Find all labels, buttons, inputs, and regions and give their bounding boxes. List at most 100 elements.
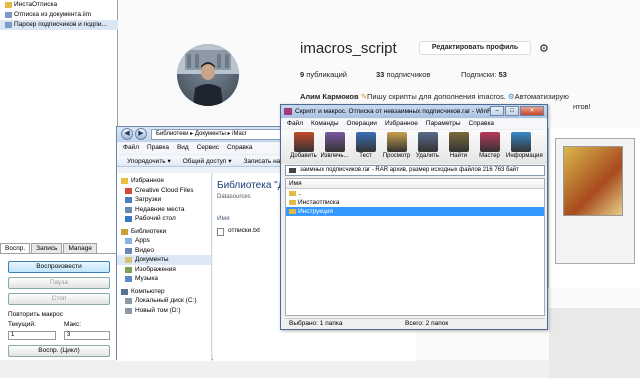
- avatar-photo: [177, 44, 239, 106]
- bio-text: Пишу скрипты для дополнения imacros.: [367, 92, 506, 101]
- repeat-label: Повторить макрос: [8, 311, 63, 318]
- settings-gear-icon[interactable]: ⚙: [539, 42, 549, 55]
- nav-item[interactable]: Видео: [117, 246, 211, 256]
- nav-item[interactable]: Библиотеки: [117, 227, 211, 237]
- macro-tree-item-file-selected[interactable]: Парсер подписчиков и подпи...: [0, 20, 118, 30]
- nav-item[interactable]: Компьютер: [117, 287, 211, 297]
- archive-row-label: Инструкция: [298, 208, 333, 215]
- play-loop-button[interactable]: Воспр. (Цикл): [8, 345, 110, 357]
- menu-operations[interactable]: Операции: [347, 119, 377, 129]
- close-icon[interactable]: ✕: [520, 106, 544, 116]
- profile-username: imacros_script: [300, 40, 397, 57]
- nav-item[interactable]: Изображения: [117, 265, 211, 275]
- file-item[interactable]: отписки.txt: [217, 227, 260, 236]
- following-stat[interactable]: Подписки: 53: [461, 70, 507, 79]
- winrar-tool-button[interactable]: Найти: [444, 130, 473, 164]
- nav-item-icon: [125, 197, 132, 203]
- posts-count: 9: [300, 70, 305, 79]
- nav-item[interactable]: Документы: [117, 255, 211, 265]
- nav-item[interactable]: Загрузки: [117, 195, 211, 205]
- archive-path-text: заимных подписчиков.rar - RAR архив, раз…: [300, 167, 519, 173]
- menu-help[interactable]: Справка: [469, 119, 495, 129]
- winrar-tool-button[interactable]: Удалить: [413, 130, 442, 164]
- archive-row-parent[interactable]: ..: [286, 189, 544, 198]
- bio-text-tail: Автоматизирую: [514, 92, 569, 101]
- macro-file-icon: [5, 12, 12, 18]
- nav-item-icon: [121, 228, 128, 235]
- nav-item[interactable]: Рабочий стол: [117, 214, 211, 224]
- nav-item-label: Creative Cloud Files: [135, 186, 194, 194]
- followers-label: подписчиков: [386, 70, 431, 79]
- followers-stat[interactable]: 33 подписчиков: [376, 70, 430, 79]
- posts-stat[interactable]: 9 публикаций: [300, 70, 347, 79]
- tab-record[interactable]: Запись: [31, 243, 63, 253]
- nav-item[interactable]: Apps: [117, 236, 211, 246]
- forward-arrow-icon[interactable]: ▶: [135, 128, 147, 140]
- profile-full-name: Алим Кармоков: [300, 92, 359, 101]
- menu-options[interactable]: Параметры: [426, 119, 461, 129]
- menu-file[interactable]: Файл: [123, 143, 139, 153]
- column-header-name[interactable]: Имя: [217, 215, 230, 222]
- nav-item[interactable]: Новый том (D:): [117, 306, 211, 316]
- max-label: Макс:: [64, 321, 82, 328]
- menu-edit[interactable]: Правка: [147, 143, 169, 153]
- macro-tree-item-file[interactable]: Отписка из документа.iim: [0, 10, 118, 20]
- up-folder-icon[interactable]: [289, 168, 296, 173]
- archive-path-bar[interactable]: заимных подписчиков.rar - RAR архив, раз…: [285, 165, 545, 176]
- winrar-tool-button[interactable]: Добавить: [289, 130, 318, 164]
- winrar-tool-button[interactable]: Просмотр: [382, 130, 411, 164]
- play-button[interactable]: Воспроизвести: [8, 261, 110, 273]
- nav-item-label: Видео: [135, 246, 154, 254]
- winrar-tool-button[interactable]: Тест: [351, 130, 380, 164]
- folder-up-icon: [289, 191, 296, 196]
- menu-view[interactable]: Вид: [177, 143, 189, 153]
- maximize-icon[interactable]: □: [505, 106, 519, 116]
- imacros-panel: ИнстаОтписка Отписка из документа.iim Па…: [0, 0, 118, 360]
- archive-row-selected[interactable]: Инструкция: [286, 207, 544, 216]
- nav-item-label: Новый том (D:): [135, 306, 181, 314]
- menu-commands[interactable]: Команды: [311, 119, 339, 129]
- current-loop-field[interactable]: 1: [8, 331, 56, 340]
- stop-button[interactable]: Стоп: [8, 293, 110, 305]
- nav-item[interactable]: Музыка: [117, 274, 211, 284]
- nav-item-label: Рабочий стол: [135, 215, 176, 222]
- winrar-tool-button[interactable]: Извлечь...: [320, 130, 349, 164]
- archive-row[interactable]: Инстаотписка: [286, 198, 544, 207]
- edit-profile-button[interactable]: Редактировать профиль: [419, 41, 531, 55]
- pause-button[interactable]: Пауза: [8, 277, 110, 289]
- nav-item[interactable]: Избранное: [117, 176, 211, 186]
- nav-item-icon: [125, 216, 132, 222]
- burn-button[interactable]: Записать на: [244, 156, 281, 166]
- tool-icon: [417, 132, 438, 152]
- menu-service[interactable]: Сервис: [197, 143, 219, 153]
- share-button[interactable]: Общий доступ ▾: [183, 156, 232, 166]
- menu-help[interactable]: Справка: [227, 143, 253, 153]
- winrar-tool-button[interactable]: Мастер: [475, 130, 504, 164]
- winrar-tool-button[interactable]: Информация: [506, 130, 543, 164]
- nav-item[interactable]: Creative Cloud Files: [117, 186, 211, 196]
- max-loop-field[interactable]: 3: [64, 331, 110, 340]
- profile-avatar[interactable]: [177, 44, 239, 106]
- folder-icon: [289, 209, 296, 214]
- menu-favorites[interactable]: Избранное: [385, 119, 418, 129]
- tab-play[interactable]: Воспр.: [0, 243, 31, 253]
- column-header-name[interactable]: Имя: [286, 179, 544, 189]
- posts-label: публикаций: [306, 70, 347, 79]
- imacros-tabs: Воспр. Запись Manage: [0, 243, 118, 254]
- nav-item[interactable]: Локальный диск (C:): [117, 296, 211, 306]
- winrar-titlebar[interactable]: Скрипт и макрос. Отписка от невзаимных п…: [281, 105, 547, 118]
- nav-item-label: Изображения: [135, 265, 176, 273]
- gear-emoji-icon: ⚙: [507, 92, 515, 101]
- organize-button[interactable]: Упорядочить ▾: [127, 156, 171, 166]
- macro-tree-item-folder[interactable]: ИнстаОтписка: [0, 0, 118, 10]
- back-arrow-icon[interactable]: ◀: [121, 128, 133, 140]
- minimize-icon[interactable]: –: [490, 106, 504, 116]
- preview-strip: [549, 308, 640, 378]
- folder-icon: [5, 2, 12, 8]
- tool-icon: [479, 132, 500, 152]
- tab-manage[interactable]: Manage: [63, 243, 97, 253]
- nav-item[interactable]: Недавние места: [117, 205, 211, 215]
- tool-icon: [355, 132, 376, 152]
- tool-icon: [293, 132, 314, 152]
- menu-file[interactable]: Файл: [287, 119, 303, 129]
